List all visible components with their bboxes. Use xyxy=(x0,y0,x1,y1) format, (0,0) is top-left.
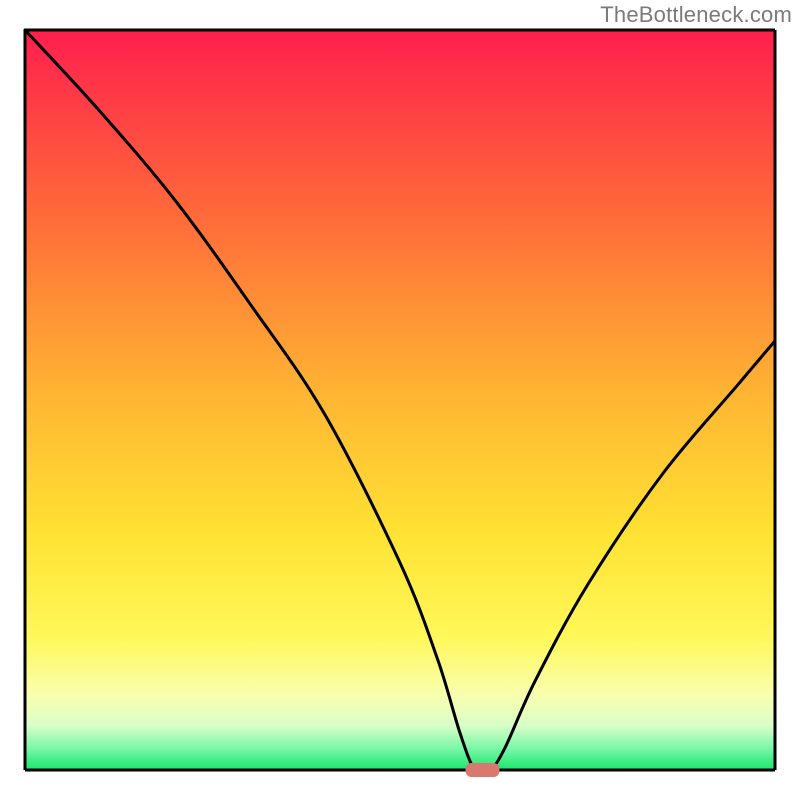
chart-container: TheBottleneck.com xyxy=(0,0,800,800)
optimum-marker xyxy=(466,763,500,777)
plot-background xyxy=(25,30,775,770)
bottleneck-chart xyxy=(0,0,800,800)
watermark-text: TheBottleneck.com xyxy=(600,2,792,28)
